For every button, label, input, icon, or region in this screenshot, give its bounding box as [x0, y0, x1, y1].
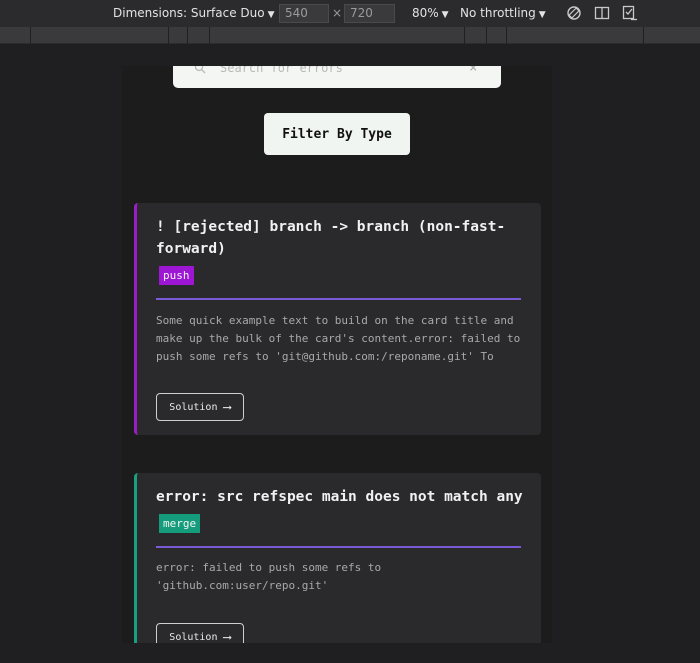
card-body: error: failed to push some refs to 'gith… [156, 561, 382, 592]
search-input[interactable]: Search for errors × [173, 66, 501, 88]
times-separator: × [332, 6, 343, 20]
throttling-caret-icon: ▼ [538, 10, 546, 20]
ruler-tick [506, 27, 507, 44]
rotate-icon[interactable] [566, 5, 582, 21]
error-card: error: src refspec main does not match a… [134, 473, 541, 643]
device-toolbar: Dimensions: Surface Duo ▼ 540 × 720 80% ▼ … [0, 0, 700, 27]
dimensions-label: Dimensions: Surface Duo [113, 6, 265, 20]
search-placeholder: Search for errors [220, 66, 343, 75]
device-posture-icon[interactable] [622, 5, 638, 21]
solution-button[interactable]: Solution ⟶ [156, 623, 244, 643]
throttling-label: No throttling [460, 6, 536, 20]
ruler-tick [168, 27, 169, 44]
type-tag: push [159, 266, 194, 285]
card-title: ! [rejected] branch -> branch (non-fast-… [156, 219, 506, 257]
zoom-dropdown[interactable]: 80% ▼ [412, 6, 449, 20]
height-input[interactable]: 720 [344, 4, 395, 23]
ruler-tick [464, 27, 465, 44]
throttling-dropdown[interactable]: No throttling ▼ [460, 6, 546, 20]
solution-label: Solution [169, 401, 218, 413]
type-tag: merge [159, 514, 201, 533]
width-input[interactable]: 540 [279, 4, 329, 23]
arrow-right-icon: ⟶ [223, 630, 231, 643]
ruler-tick [30, 27, 31, 44]
card-title: error: src refspec main does not match a… [156, 489, 523, 505]
ruler-tick [187, 27, 188, 44]
filter-by-type-button[interactable]: Filter By Type [264, 113, 410, 155]
error-card: ! [rejected] branch -> branch (non-fast-… [134, 203, 541, 435]
search-icon [194, 66, 206, 74]
dimensions-caret-icon: ▼ [267, 10, 275, 20]
device-viewport: Search for errors × Filter By Type ! [re… [122, 66, 552, 643]
card-divider [156, 298, 521, 300]
dimensions-dropdown[interactable]: Dimensions: Surface Duo ▼ [113, 6, 275, 20]
card-body: Some quick example text to build on the … [156, 314, 521, 363]
solution-label: Solution [169, 631, 218, 643]
media-query-ruler [0, 27, 700, 44]
dual-screen-icon[interactable] [594, 5, 610, 21]
arrow-right-icon: ⟶ [223, 400, 231, 414]
ruler-tick [209, 27, 210, 44]
clear-icon[interactable]: × [469, 66, 477, 76]
ruler-tick [643, 27, 644, 44]
ruler-tick [486, 27, 487, 44]
devtools-bottom-area [0, 643, 700, 663]
zoom-label: 80% [412, 6, 439, 20]
card-divider [156, 546, 521, 548]
zoom-caret-icon: ▼ [441, 10, 449, 20]
solution-button[interactable]: Solution ⟶ [156, 393, 244, 421]
